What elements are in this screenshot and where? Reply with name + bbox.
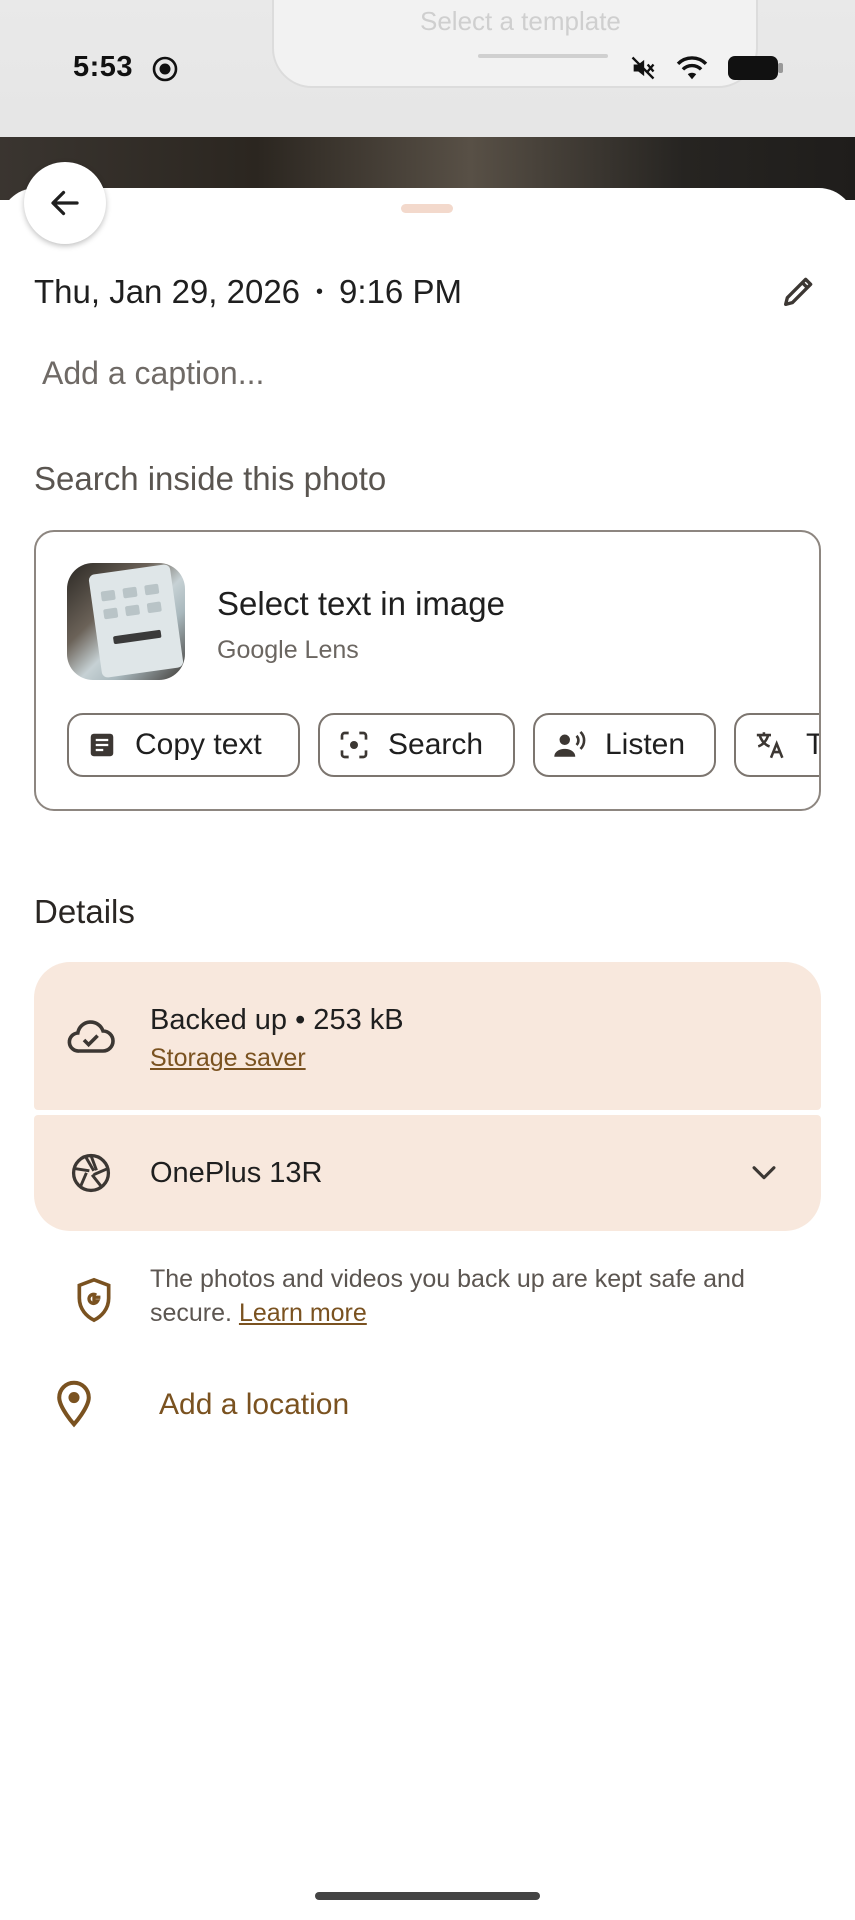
listen-label: Listen (605, 728, 686, 761)
camera-shutter-icon (66, 1148, 116, 1198)
details-section-title: Details (34, 893, 135, 930)
add-location-label: Add a location (159, 1388, 350, 1421)
back-button[interactable] (24, 162, 106, 244)
drag-handle[interactable] (401, 204, 453, 213)
listen-chip[interactable]: Listen (533, 713, 716, 777)
shield-icon (77, 1277, 111, 1323)
copy-text-label: Copy text (135, 728, 262, 761)
learn-more-link[interactable]: Learn more (239, 1299, 367, 1327)
search-label: Search (388, 728, 484, 761)
pencil-icon (784, 277, 813, 306)
edit-date-button[interactable] (774, 266, 824, 316)
status-bar: 5:53 (0, 0, 855, 137)
backup-status-text: Backed up • 253 kB (150, 1004, 404, 1036)
lens-action-chips: Copy text Search Listen T (67, 713, 819, 777)
document-icon (90, 733, 114, 757)
battery-icon (728, 56, 783, 80)
chevron-down-icon[interactable] (747, 1155, 781, 1189)
search-chip[interactable]: Search (318, 713, 515, 777)
translate-chip[interactable]: T (734, 713, 819, 777)
lens-subtitle: Google Lens (217, 636, 359, 664)
date-separator: • (316, 280, 324, 303)
backup-status-card[interactable]: Backed up • 253 kB Storage saver (34, 962, 821, 1110)
home-indicator[interactable] (315, 1892, 540, 1900)
mute-icon (631, 56, 655, 80)
wifi-icon (676, 56, 708, 80)
photo-date: Thu, Jan 29, 2026 (34, 273, 301, 310)
listen-icon (554, 730, 586, 757)
translate-label: T (806, 728, 819, 762)
arrow-back-icon (51, 190, 79, 216)
device-info-card[interactable]: OnePlus 13R (34, 1115, 821, 1231)
status-time: 5:53 (73, 51, 134, 83)
copy-text-chip[interactable]: Copy text (67, 713, 300, 777)
location-pin-icon (57, 1380, 91, 1428)
screen-record-icon (152, 56, 178, 82)
photo-thumbnail (67, 563, 185, 680)
security-note-text: The photos and videos you back up are ke… (150, 1262, 790, 1330)
cloud-done-icon (66, 1012, 116, 1062)
photo-time: 9:16 PM (339, 273, 462, 310)
search-section-title: Search inside this photo (34, 460, 387, 497)
google-lens-card[interactable]: Select text in image Google Lens Copy te… (34, 530, 821, 811)
lens-search-icon (340, 731, 368, 759)
lens-title: Select text in image (217, 585, 505, 622)
add-location-row[interactable]: Add a location (34, 1380, 821, 1432)
caption-input[interactable]: Add a caption... (42, 355, 264, 392)
translate-icon (756, 732, 784, 759)
device-name: OnePlus 13R (150, 1157, 323, 1189)
date-time: Thu, Jan 29, 2026 • 9:16 PM (34, 273, 462, 311)
date-row: Thu, Jan 29, 2026 • 9:16 PM (34, 272, 824, 312)
storage-saver-link[interactable]: Storage saver (150, 1044, 306, 1073)
status-icons (629, 53, 785, 83)
